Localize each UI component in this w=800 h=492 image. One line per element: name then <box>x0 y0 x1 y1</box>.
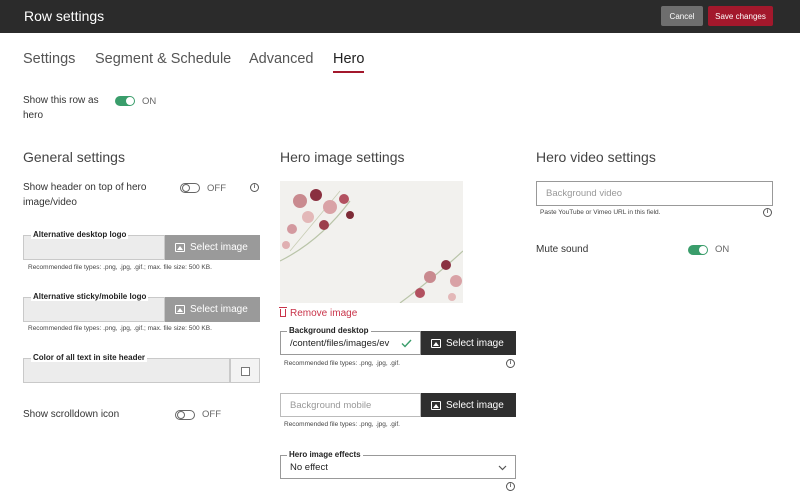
background-desktop-legend: Background desktop <box>287 326 371 335</box>
hero-image-effects-legend: Hero image effects <box>287 450 363 459</box>
show-row-as-hero-label: Show this row as <box>23 95 99 106</box>
chevron-down-icon <box>498 465 507 471</box>
mute-sound-toggle[interactable] <box>688 245 708 255</box>
show-header-toggle[interactable] <box>180 183 200 193</box>
show-header-label: Show header on top of hero <box>23 182 147 193</box>
hero-image-preview <box>280 181 463 303</box>
background-video-input[interactable]: Background video <box>536 181 773 206</box>
background-desktop-select-button[interactable]: Select image <box>421 331 516 355</box>
image-icon <box>175 305 185 314</box>
tab-advanced[interactable]: Advanced <box>249 51 314 67</box>
mobile-logo-select-button[interactable]: Select image <box>165 297 260 322</box>
desktop-logo-select-button[interactable]: Select image <box>165 235 260 260</box>
hero-image-effects-value: No effect <box>290 461 328 473</box>
scrolldown-state: OFF <box>202 409 221 420</box>
hero-video-heading: Hero video settings <box>536 149 656 165</box>
desktop-logo-legend: Alternative desktop logo <box>31 230 129 239</box>
select-image-label: Select image <box>446 399 504 411</box>
general-settings-heading: General settings <box>23 149 125 165</box>
flowers-illustration <box>280 189 463 303</box>
background-desktop-value: /content/files/images/ev <box>290 337 390 349</box>
trash-icon <box>279 307 287 317</box>
active-tab-indicator <box>333 71 364 73</box>
select-image-label: Select image <box>190 304 248 315</box>
info-icon[interactable]: i <box>506 359 515 368</box>
cancel-button[interactable]: Cancel <box>661 6 703 26</box>
desktop-logo-hint: Recommended file types: .png, .jpg, .gif… <box>28 264 212 271</box>
remove-image-link[interactable]: Remove image <box>279 307 358 319</box>
scrolldown-toggle[interactable] <box>175 410 195 420</box>
select-image-label: Select image <box>190 242 248 253</box>
image-icon <box>431 400 441 410</box>
info-icon[interactable]: i <box>763 208 772 217</box>
show-row-as-hero-toggle[interactable] <box>115 96 135 106</box>
background-mobile-hint: Recommended file types: .png, .jpg, .gif… <box>284 421 400 428</box>
image-icon <box>431 338 441 348</box>
toggle-knob <box>177 411 185 419</box>
header-text-color-legend: Color of all text in site header <box>31 353 148 362</box>
background-desktop-hint: Recommended file types: .png, .jpg, .gif… <box>284 360 400 367</box>
mute-sound-label: Mute sound <box>536 244 589 255</box>
select-image-label: Select image <box>446 337 504 349</box>
page-title: Row settings <box>24 8 105 24</box>
remove-image-label: Remove image <box>290 308 358 319</box>
check-icon <box>401 339 412 348</box>
top-bar: Row settings Cancel Save changes <box>0 0 800 33</box>
tab-settings[interactable]: Settings <box>23 51 75 67</box>
save-changes-button[interactable]: Save changes <box>708 6 773 26</box>
toggle-knob <box>182 184 190 192</box>
mute-sound-state: ON <box>715 244 730 255</box>
hero-image-heading: Hero image settings <box>280 149 405 165</box>
toggle-knob <box>126 97 134 105</box>
show-row-as-hero-label-2: hero <box>23 110 44 121</box>
background-video-hint: Paste YouTube or Vimeo URL in this field… <box>540 209 661 216</box>
background-mobile-placeholder: Background mobile <box>290 399 372 411</box>
background-mobile-select-button[interactable]: Select image <box>421 393 516 417</box>
show-header-label-2: image/video <box>23 197 77 208</box>
show-row-as-hero-state: ON <box>142 96 157 107</box>
image-icon <box>175 243 185 252</box>
mobile-logo-hint: Recommended file types: .png, .jpg, .gif… <box>28 325 212 332</box>
color-picker-button[interactable] <box>230 358 260 383</box>
show-header-state: OFF <box>207 183 226 194</box>
toggle-knob <box>699 246 707 254</box>
tab-hero[interactable]: Hero <box>333 51 364 67</box>
info-icon[interactable]: i <box>250 183 259 192</box>
mobile-logo-legend: Alternative sticky/mobile logo <box>31 292 149 301</box>
info-icon[interactable]: i <box>506 482 515 491</box>
background-mobile-input[interactable]: Background mobile <box>280 393 421 417</box>
tab-segment-schedule[interactable]: Segment & Schedule <box>95 51 231 67</box>
background-video-placeholder: Background video <box>546 188 623 199</box>
color-picker-icon <box>241 367 250 376</box>
scrolldown-label: Show scrolldown icon <box>23 409 120 420</box>
